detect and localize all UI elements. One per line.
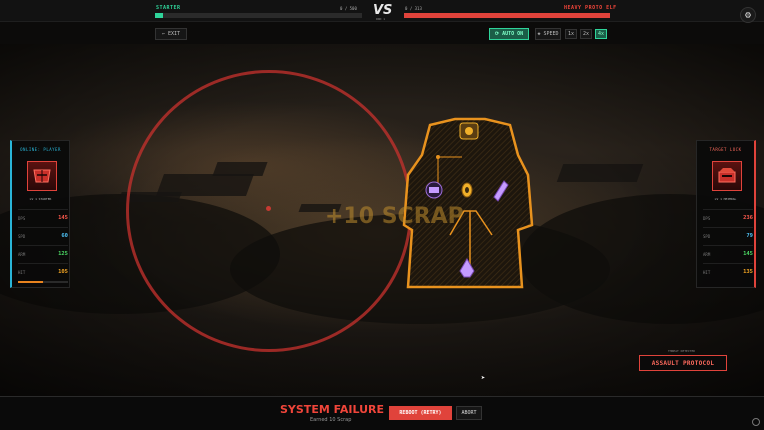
xp-fill (18, 281, 43, 283)
stat-value: 145 (58, 215, 68, 221)
stat-key: HIT (18, 270, 26, 275)
player-panel: ONLINE: PLAYER LV 1 STARTER DPS 145 SPD … (10, 140, 70, 288)
speed-indicator: ◈ SPEED (535, 28, 561, 40)
enemy-stat-hit: HIT 135 (703, 263, 753, 279)
player-panel-title: ONLINE: PLAYER (20, 147, 61, 152)
versus-label: VS (373, 3, 393, 18)
player-portrait (27, 161, 57, 191)
speed-label: SPEED (543, 31, 559, 37)
player-hp-track (155, 13, 362, 18)
auto-label: AUTO ON (502, 31, 524, 37)
enemy-subtitle: LV 1 HEIMDAL (714, 197, 737, 201)
corner-indicator-icon (752, 418, 760, 426)
player-stat-dps: DPS 145 (18, 209, 68, 225)
stat-key: HIT (703, 270, 711, 275)
stat-key: ARM (18, 252, 26, 257)
mouse-cursor-icon: ➤ (481, 374, 486, 382)
stat-value: 125 (58, 251, 68, 257)
threat-caption: THREAT DETECTED (668, 349, 696, 353)
module-core-icon[interactable] (461, 182, 473, 198)
stat-key: DPS (18, 216, 26, 221)
module-head-icon[interactable] (459, 122, 479, 140)
speed-4x-button[interactable]: 4x (595, 29, 607, 39)
player-name: STARTER (156, 5, 181, 11)
stat-key: SPD (18, 234, 26, 239)
robot-head-icon (33, 169, 51, 183)
auto-toggle-button[interactable]: ⟳ AUTO ON (489, 28, 529, 40)
player-hp-fill (155, 13, 164, 18)
stat-value: 105 (58, 269, 68, 275)
enemy-hp-fill (404, 13, 610, 18)
result-title: SYSTEM FAILURE (280, 403, 384, 416)
mech-node (436, 155, 440, 159)
result-earned: Earned 10 Scrap (310, 417, 352, 423)
assault-protocol-badge: ASSAULT PROTOCOL (639, 355, 727, 371)
refresh-icon: ⟳ (494, 31, 503, 37)
exit-label: EXIT (167, 31, 181, 37)
speed-2x-button[interactable]: 2x (580, 29, 592, 39)
reboot-retry-button[interactable]: REBOOT (RETRY) (389, 406, 452, 420)
stat-value: 236 (743, 215, 753, 221)
stat-value: 145 (743, 251, 753, 257)
player-stat-arm: ARM 125 (18, 245, 68, 261)
enemy-name: HEAVY PROTO ELF (564, 5, 617, 11)
enemy-hp-text: 0 / 313 (405, 6, 422, 11)
exit-button[interactable]: ← EXIT (155, 28, 187, 40)
enemy-stat-spd: SPD 79 (703, 227, 753, 243)
stat-value: 79 (746, 233, 753, 239)
enemy-stat-arm: ARM 145 (703, 245, 753, 261)
module-left-weapon-icon[interactable] (425, 181, 443, 199)
player-stat-hit: HIT 105 (18, 263, 68, 279)
target-dot (266, 206, 271, 211)
stat-value: 135 (743, 269, 753, 275)
abort-button[interactable]: ABORT (456, 406, 482, 420)
enemy-mech-icon (718, 168, 736, 183)
round-label: RND 1 (376, 17, 386, 21)
stat-value: 60 (61, 233, 68, 239)
enemy-panel: TARGET LOCK LV 1 HEIMDAL DPS 236 SPD 79 … (696, 140, 756, 288)
enemy-portrait (712, 161, 742, 191)
floating-reward-text: +10 SCRAP (325, 204, 464, 229)
stat-key: ARM (703, 252, 711, 257)
stat-key: DPS (703, 216, 711, 221)
player-hp-text: 0 / 500 (340, 6, 357, 11)
player-stat-spd: SPD 60 (18, 227, 68, 243)
player-subtitle: LV 1 STARTER (29, 197, 52, 201)
enemy-stat-dps: DPS 236 (703, 209, 753, 225)
enemy-panel-title: TARGET LOCK (709, 147, 742, 152)
settings-gear-icon[interactable]: ⚙ (740, 7, 756, 23)
stat-key: SPD (703, 234, 711, 239)
speed-1x-button[interactable]: 1x (565, 29, 577, 39)
